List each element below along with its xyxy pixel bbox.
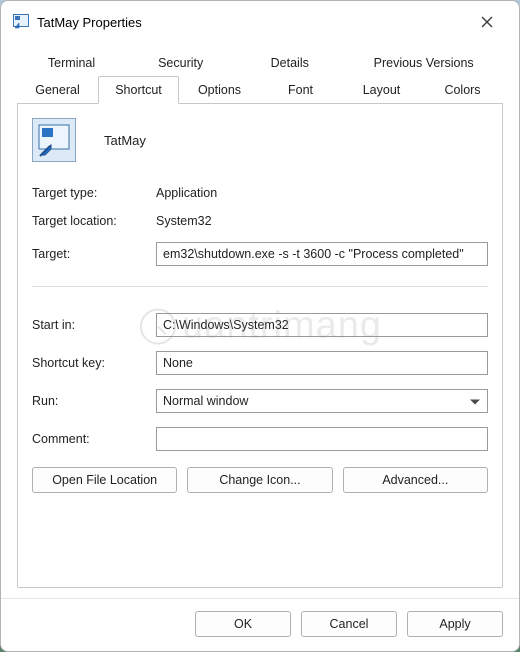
tab-options[interactable]: Options xyxy=(179,76,260,104)
label-run: Run: xyxy=(32,394,142,408)
close-icon xyxy=(481,16,493,28)
change-icon-button[interactable]: Change Icon... xyxy=(187,467,332,493)
shortcut-name: TatMay xyxy=(104,133,146,148)
shortcut-large-icon xyxy=(32,118,76,162)
label-target-location: Target location: xyxy=(32,214,142,228)
window-title: TatMay Properties xyxy=(37,15,467,30)
advanced-button[interactable]: Advanced... xyxy=(343,467,488,493)
tab-page-shortcut: TatMay Target type: Application Target l… xyxy=(17,103,503,588)
input-start-in[interactable] xyxy=(156,313,488,337)
cancel-button[interactable]: Cancel xyxy=(301,611,397,637)
separator xyxy=(32,286,488,287)
tab-shortcut[interactable]: Shortcut xyxy=(98,76,179,104)
dialog-footer: OK Cancel Apply xyxy=(1,598,519,651)
tab-colors[interactable]: Colors xyxy=(422,76,503,104)
select-run[interactable] xyxy=(156,389,488,413)
tab-previous-versions[interactable]: Previous Versions xyxy=(344,49,503,76)
tab-security[interactable]: Security xyxy=(126,49,235,76)
tab-layout[interactable]: Layout xyxy=(341,76,422,104)
input-target[interactable] xyxy=(156,242,488,266)
properties-dialog: TatMay Properties Terminal Security Deta… xyxy=(0,0,520,652)
form: Target type: Application Target location… xyxy=(32,186,488,451)
tab-font[interactable]: Font xyxy=(260,76,341,104)
label-start-in: Start in: xyxy=(32,318,142,332)
input-shortcut-key[interactable] xyxy=(156,351,488,375)
ok-button[interactable]: OK xyxy=(195,611,291,637)
label-shortcut-key: Shortcut key: xyxy=(32,356,142,370)
tab-general[interactable]: General xyxy=(17,76,98,104)
label-target: Target: xyxy=(32,247,142,261)
close-button[interactable] xyxy=(467,6,507,38)
content-area: Terminal Security Details Previous Versi… xyxy=(1,43,519,598)
label-target-type: Target type: xyxy=(32,186,142,200)
app-icon xyxy=(13,14,29,30)
shortcut-header: TatMay xyxy=(32,118,488,162)
tab-terminal[interactable]: Terminal xyxy=(17,49,126,76)
label-comment: Comment: xyxy=(32,432,142,446)
apply-button[interactable]: Apply xyxy=(407,611,503,637)
titlebar: TatMay Properties xyxy=(1,1,519,43)
value-target-location: System32 xyxy=(156,214,488,228)
tab-details[interactable]: Details xyxy=(235,49,344,76)
tabstrip: Terminal Security Details Previous Versi… xyxy=(17,49,503,104)
input-comment[interactable] xyxy=(156,427,488,451)
open-file-location-button[interactable]: Open File Location xyxy=(32,467,177,493)
value-target-type: Application xyxy=(156,186,488,200)
inline-button-row: Open File Location Change Icon... Advanc… xyxy=(32,467,488,493)
